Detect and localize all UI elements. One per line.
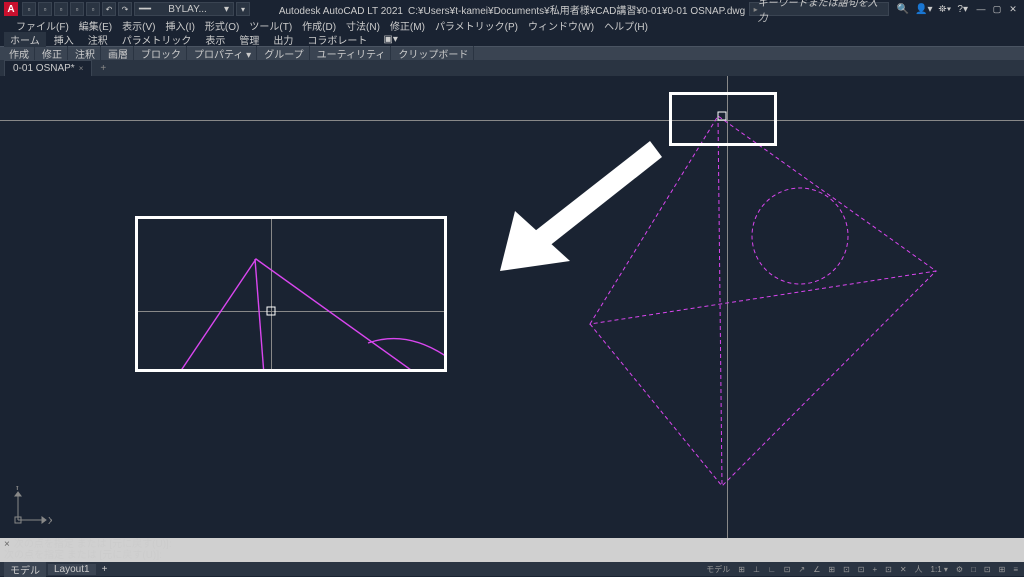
tab-collaborate[interactable]: コラボレート bbox=[301, 32, 373, 47]
quick-access-toolbar: ▫ ▫ ▫ ▫ ▫ ↶ ↷ ━━BYLAY...▾ ▾ bbox=[22, 2, 250, 16]
menu-parametric[interactable]: パラメトリック(P) bbox=[435, 18, 518, 33]
panel-clipboard[interactable]: クリップボード bbox=[393, 46, 474, 61]
cmd-handle-icon[interactable]: × bbox=[4, 539, 10, 550]
add-layout-button[interactable]: + bbox=[98, 564, 112, 575]
menu-tools[interactable]: ツール(T) bbox=[249, 18, 292, 33]
grid-icon[interactable]: ⊞ bbox=[736, 565, 747, 574]
transparency-icon[interactable]: ⊡ bbox=[841, 565, 852, 574]
customize-icon[interactable]: ⊞ bbox=[997, 565, 1008, 574]
polar-icon[interactable]: ⊡ bbox=[782, 565, 793, 574]
command-history: × 次の点を指定 または [元に戻す(U)]: 次の点を指定 または [元に戻す… bbox=[0, 538, 1024, 562]
tab-parametric[interactable]: パラメトリック bbox=[116, 32, 198, 47]
annovis-icon[interactable]: ⊡ bbox=[883, 565, 894, 574]
minimize-button[interactable]: — bbox=[974, 3, 988, 15]
zoom-detail-box bbox=[135, 216, 447, 372]
qat-open-icon[interactable]: ▫ bbox=[38, 2, 52, 16]
app-logo[interactable]: A bbox=[4, 2, 18, 16]
command-line[interactable]: × 次の点を指定 または [元に戻す(U)]: 次の点を指定 または [元に戻す… bbox=[0, 538, 1024, 562]
menu-file[interactable]: ファイル(F) bbox=[16, 18, 69, 33]
arrow-icon bbox=[440, 131, 670, 281]
cleanscreen-icon[interactable]: ⊡ bbox=[982, 565, 993, 574]
tab-expand-icon[interactable]: ▣▾ bbox=[377, 34, 403, 45]
tab-view[interactable]: 表示 bbox=[199, 32, 231, 47]
status-bar: モデル Layout1 + モデル ⊞ ⊥ ∟ ⊡ ↗ ∠ ⊞ ⊡ ⊡ + ⊡ … bbox=[0, 562, 1024, 576]
qat-redo-icon[interactable]: ↷ bbox=[118, 2, 132, 16]
annomonitor-icon[interactable]: 人 bbox=[913, 564, 925, 575]
tab-home[interactable]: ホーム bbox=[4, 32, 46, 47]
menu-view[interactable]: 表示(V) bbox=[122, 18, 155, 33]
layer-selector[interactable]: ━━BYLAY...▾ bbox=[134, 2, 234, 16]
tab-annotate[interactable]: 注釈 bbox=[82, 32, 114, 47]
menu-icon[interactable]: ≡ bbox=[1011, 565, 1020, 574]
panel-properties[interactable]: プロパティ ▾ bbox=[189, 46, 257, 61]
qat-saveas-icon[interactable]: ▫ bbox=[70, 2, 84, 16]
qat-share-icon[interactable]: ▾ bbox=[236, 2, 250, 16]
isolate-icon[interactable]: □ bbox=[969, 565, 978, 574]
ribbon-tabs: ホーム 挿入 注釈 パラメトリック 表示 管理 出力 コラボレート ▣▾ bbox=[0, 32, 1024, 46]
tab-manage[interactable]: 管理 bbox=[233, 32, 265, 47]
document-tabs: 0-01 OSNAP*× + bbox=[0, 60, 1024, 76]
otrack-icon[interactable]: ∠ bbox=[811, 565, 822, 574]
qat-plot-icon[interactable]: ▫ bbox=[86, 2, 100, 16]
panel-block[interactable]: ブロック bbox=[136, 46, 187, 61]
qat-save-icon[interactable]: ▫ bbox=[54, 2, 68, 16]
panel-groups[interactable]: グループ bbox=[259, 46, 309, 61]
qat-new-icon[interactable]: ▫ bbox=[22, 2, 36, 16]
search-icon[interactable]: 🔍 bbox=[897, 4, 909, 15]
model-tab[interactable]: モデル bbox=[4, 562, 46, 577]
scale-display[interactable]: 1:1 ▾ bbox=[929, 565, 950, 574]
tab-output[interactable]: 出力 bbox=[267, 32, 299, 47]
tab-insert[interactable]: 挿入 bbox=[48, 32, 80, 47]
help-icon[interactable]: ?▾ bbox=[957, 4, 968, 15]
annoscale-icon[interactable]: + bbox=[870, 565, 879, 574]
drawing-canvas[interactable]: X Y bbox=[0, 76, 1024, 538]
ribbon-panels: 作成 修正 注釈 画層 ブロック プロパティ ▾ グループ ユーティリティ クリ… bbox=[0, 46, 1024, 60]
window-title: Autodesk AutoCAD LT 2021 C:¥Users¥t-kame… bbox=[279, 2, 745, 17]
menu-draw[interactable]: 作成(D) bbox=[302, 18, 336, 33]
menu-help[interactable]: ヘルプ(H) bbox=[604, 18, 648, 33]
osnap-icon[interactable]: ↗ bbox=[796, 565, 807, 574]
ucs-icon: X Y bbox=[12, 486, 52, 526]
svg-text:X: X bbox=[48, 516, 52, 526]
menu-insert[interactable]: 挿入(I) bbox=[165, 18, 194, 33]
panel-layers[interactable]: 画層 bbox=[103, 46, 134, 61]
maximize-button[interactable]: ▢ bbox=[990, 3, 1004, 15]
callout-source-box bbox=[669, 92, 777, 146]
status-model[interactable]: モデル bbox=[704, 564, 732, 575]
qat-undo-icon[interactable]: ↶ bbox=[102, 2, 116, 16]
workspace-icon[interactable]: ✕ bbox=[898, 565, 909, 574]
gear-icon[interactable]: ⚙ bbox=[954, 565, 965, 574]
close-button[interactable]: ✕ bbox=[1006, 3, 1020, 15]
menu-edit[interactable]: 編集(E) bbox=[79, 18, 112, 33]
lwt-icon[interactable]: ⊞ bbox=[826, 565, 837, 574]
close-icon[interactable]: × bbox=[79, 64, 84, 73]
search-input[interactable]: ▸ キーワードまたは語句を入力 bbox=[749, 2, 889, 16]
new-tab-button[interactable]: + bbox=[96, 63, 110, 74]
status-toggles: モデル ⊞ ⊥ ∟ ⊡ ↗ ∠ ⊞ ⊡ ⊡ + ⊡ ✕ 人 1:1 ▾ ⚙ □ … bbox=[704, 564, 1020, 575]
ortho-icon[interactable]: ∟ bbox=[766, 565, 778, 574]
svg-text:Y: Y bbox=[14, 486, 21, 493]
cycling-icon[interactable]: ⊡ bbox=[856, 565, 867, 574]
menu-dimension[interactable]: 寸法(N) bbox=[346, 18, 380, 33]
signin-icon[interactable]: 👤▾ bbox=[915, 4, 932, 15]
menu-modify[interactable]: 修正(M) bbox=[390, 18, 425, 33]
exchange-icon[interactable]: ⛯▾ bbox=[939, 4, 952, 15]
snap-icon[interactable]: ⊥ bbox=[751, 565, 762, 574]
doc-tab-active[interactable]: 0-01 OSNAP*× bbox=[4, 60, 92, 77]
panel-utilities[interactable]: ユーティリティ bbox=[312, 46, 392, 61]
layout1-tab[interactable]: Layout1 bbox=[48, 564, 96, 575]
menu-format[interactable]: 形式(O) bbox=[205, 18, 239, 33]
menu-window[interactable]: ウィンドウ(W) bbox=[528, 18, 594, 33]
